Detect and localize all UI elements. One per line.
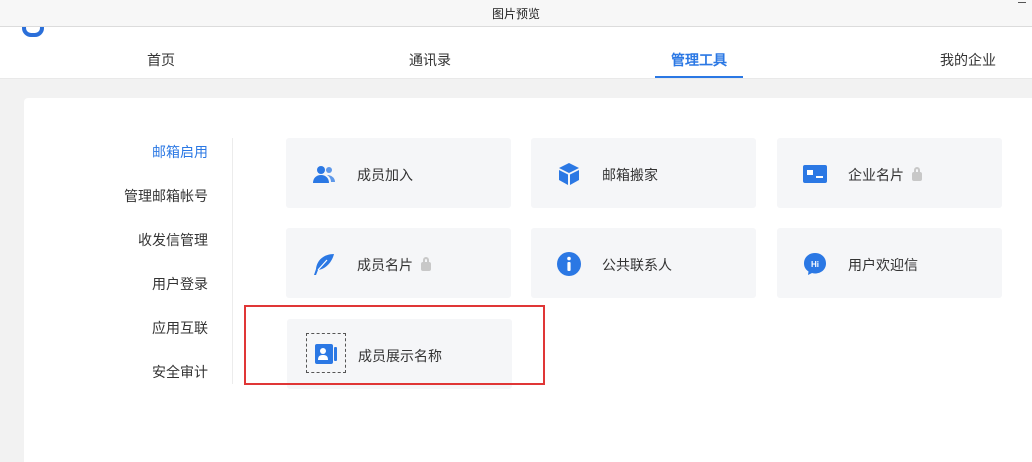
tool-member-card[interactable]: 成员名片 xyxy=(286,228,511,298)
tool-public-contacts[interactable]: 公共联系人 xyxy=(531,228,756,298)
lock-icon xyxy=(421,257,431,271)
sidebar-item-security-audit[interactable]: 安全审计 xyxy=(152,362,208,382)
sidebar-item-mail-rules[interactable]: 收发信管理 xyxy=(138,230,208,250)
sidebar-item-mailbox-enable[interactable]: 邮箱启用 xyxy=(152,142,208,162)
tool-company-card[interactable]: 企业名片 xyxy=(777,138,1002,208)
sidebar-item-user-login[interactable]: 用户登录 xyxy=(152,274,208,294)
tool-welcome-letter[interactable]: Hi 用户欢迎信 xyxy=(777,228,1002,298)
highlight-annotation xyxy=(244,305,545,385)
sidebar-divider xyxy=(232,138,233,384)
tool-label: 企业名片 xyxy=(848,165,922,185)
tool-label: 用户欢迎信 xyxy=(848,258,918,274)
preview-titlebar: 图片预览 xyxy=(0,0,1032,27)
tool-label: 成员加入 xyxy=(357,168,413,184)
tool-member-join[interactable]: 成员加入 xyxy=(286,138,511,208)
tool-mailbox-migrate[interactable]: 邮箱搬家 xyxy=(531,138,756,208)
tab-contacts[interactable]: 通讯录 xyxy=(409,50,451,70)
tab-home[interactable]: 首页 xyxy=(147,50,175,70)
tab-label: 管理工具 xyxy=(671,53,727,69)
top-nav: 首页 通讯录 管理工具 我的企业 xyxy=(0,39,1032,79)
app-logo xyxy=(22,27,172,39)
tool-label: 邮箱搬家 xyxy=(602,168,658,184)
tab-management-tools[interactable]: 管理工具 xyxy=(655,50,743,78)
tool-label-text: 企业名片 xyxy=(848,168,904,184)
sidebar-item-manage-accounts[interactable]: 管理邮箱帐号 xyxy=(124,186,208,206)
minimize-icon[interactable] xyxy=(1018,2,1026,3)
logo-icon xyxy=(22,27,44,37)
tab-my-enterprise[interactable]: 我的企业 xyxy=(940,50,996,70)
tool-label-text: 成员名片 xyxy=(357,258,413,274)
info-icon xyxy=(557,252,581,276)
window-title: 图片预览 xyxy=(491,7,540,21)
main-card: 邮箱启用 管理邮箱帐号 收发信管理 用户登录 应用互联 安全审计 成员加入 邮箱… xyxy=(24,98,1032,462)
tab-label: 我的企业 xyxy=(940,53,996,69)
feather-icon xyxy=(314,254,334,275)
tab-label: 首页 xyxy=(147,53,175,69)
box-icon xyxy=(559,163,579,185)
lock-icon xyxy=(912,167,922,181)
active-tab-indicator xyxy=(655,76,743,78)
tool-label: 公共联系人 xyxy=(602,258,672,274)
sidebar: 邮箱启用 管理邮箱帐号 收发信管理 用户登录 应用互联 安全审计 xyxy=(24,98,232,398)
card-icon xyxy=(803,165,827,183)
tool-label: 成员名片 xyxy=(357,255,431,275)
tab-label: 通讯录 xyxy=(409,53,451,69)
sidebar-item-app-connect[interactable]: 应用互联 xyxy=(152,318,208,338)
hi-chat-icon: Hi xyxy=(804,253,826,275)
app-header xyxy=(0,27,1032,39)
users-icon xyxy=(313,166,335,183)
svg-text:Hi: Hi xyxy=(811,260,819,269)
